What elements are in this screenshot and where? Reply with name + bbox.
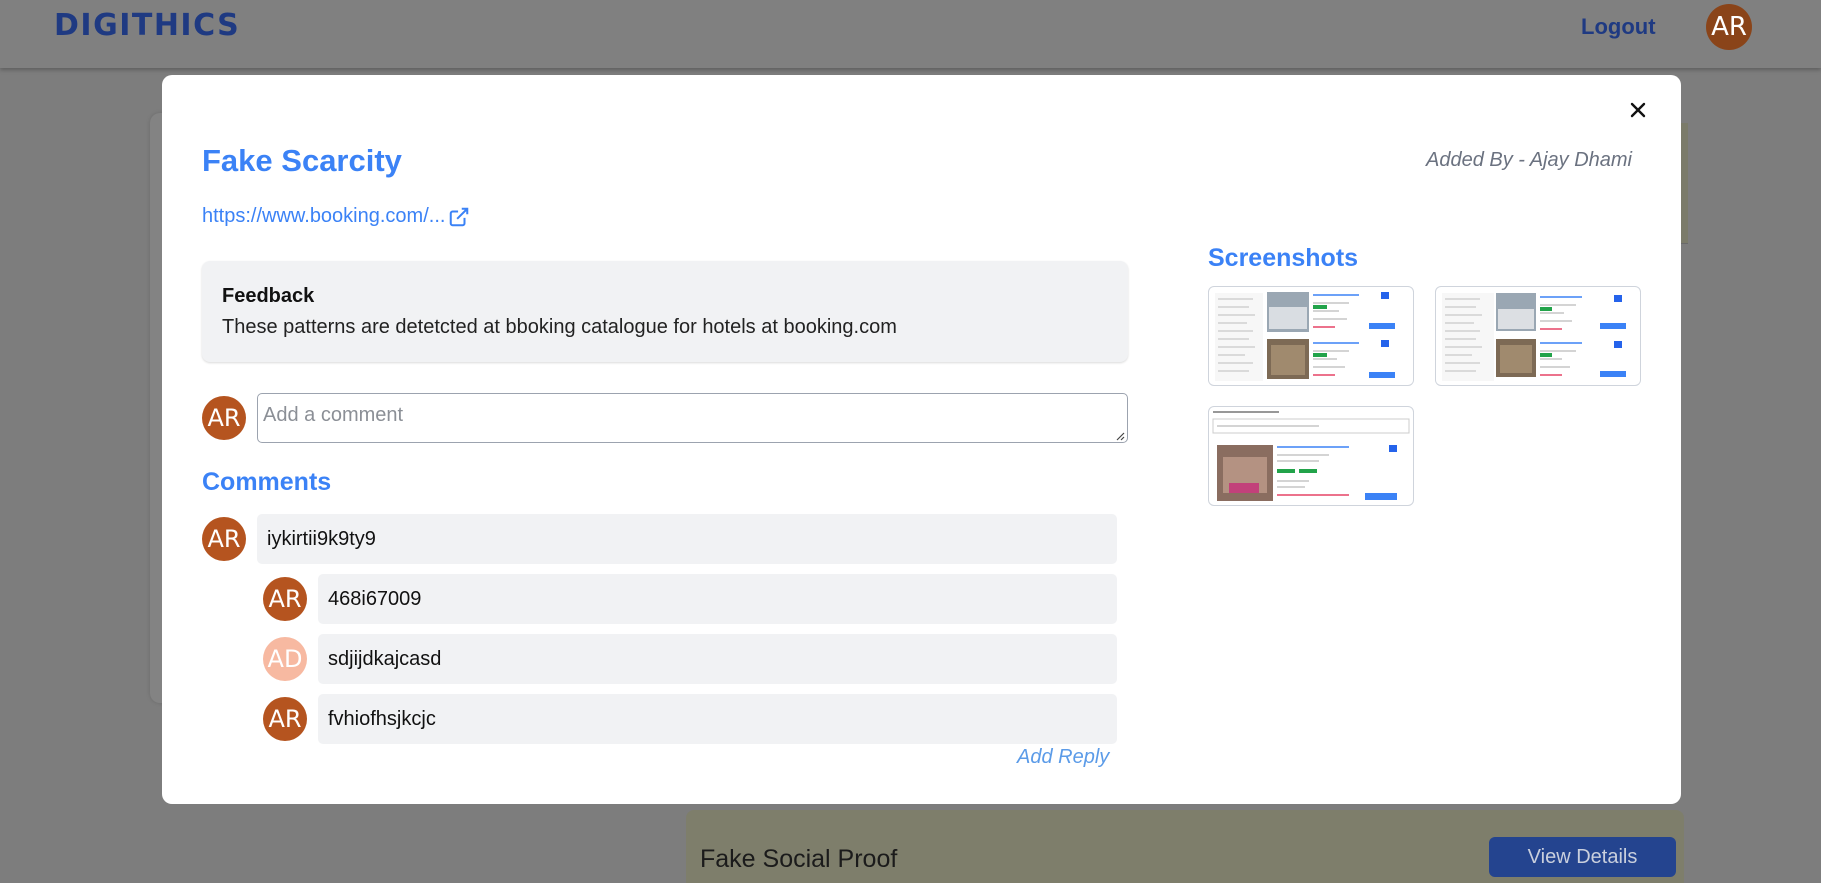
feedback-title: Feedback [222,285,315,307]
background-divider [1680,243,1688,244]
logout-button[interactable]: Logout [1581,14,1656,40]
close-icon [1630,102,1646,118]
reply-text: 468i67009 [318,574,1117,624]
background-card-title: Fake Social Proof [700,845,898,873]
reply-item: AD sdjijdkajcasd [263,634,1117,684]
screenshot-image [1212,411,1410,501]
feedback-text: These patterns are detetcted at bboking … [222,316,897,338]
reply-avatar: AR [263,697,307,741]
source-link-row: https://www.booking.com/... [202,205,470,228]
brand-logo[interactable]: DIGITHICS [54,8,240,43]
current-user-avatar: AR [202,396,246,440]
screenshot-image [1442,293,1626,381]
screenshot-image [1215,292,1395,381]
background-card-edge [1680,123,1688,243]
screenshot-thumbnail[interactable] [1208,406,1414,506]
modal-title: Fake Scarcity [202,143,402,178]
top-navbar: DIGITHICS Logout AR [0,0,1821,68]
source-link[interactable]: https://www.booking.com/... [202,205,445,228]
screenshots-heading: Screenshots [1208,244,1359,272]
reply-item: AR fvhiofhsjkcjc [263,694,1117,744]
reply-item: AR 468i67009 [263,574,1117,624]
reply-avatar: AD [263,637,307,681]
view-details-button[interactable]: View Details [1489,837,1676,877]
reply-avatar: AR [263,577,307,621]
screenshot-thumbnail[interactable] [1208,286,1414,386]
comment-item: AR iykirtii9k9ty9 [202,514,1117,564]
external-link-icon[interactable] [448,206,470,228]
user-avatar[interactable]: AR [1706,4,1752,50]
resize-grip-icon[interactable] [1115,431,1125,441]
reply-text: sdjijdkajcasd [318,634,1117,684]
close-button[interactable] [1621,93,1655,127]
comments-heading: Comments [202,468,332,496]
feedback-panel: Feedback These patterns are detetcted at… [202,261,1128,362]
pattern-details-modal: Fake Scarcity Added By - Ajay Dhami http… [162,75,1681,804]
screenshot-thumbnail[interactable] [1435,286,1641,386]
add-reply-link[interactable]: Add Reply [1017,746,1109,769]
reply-text: fvhiofhsjkcjc [318,694,1117,744]
added-by-label: Added By - Ajay Dhami [1425,149,1632,171]
comment-text: iykirtii9k9ty9 [257,514,1117,564]
comment-avatar: AR [202,517,246,561]
comment-input[interactable] [257,393,1128,443]
